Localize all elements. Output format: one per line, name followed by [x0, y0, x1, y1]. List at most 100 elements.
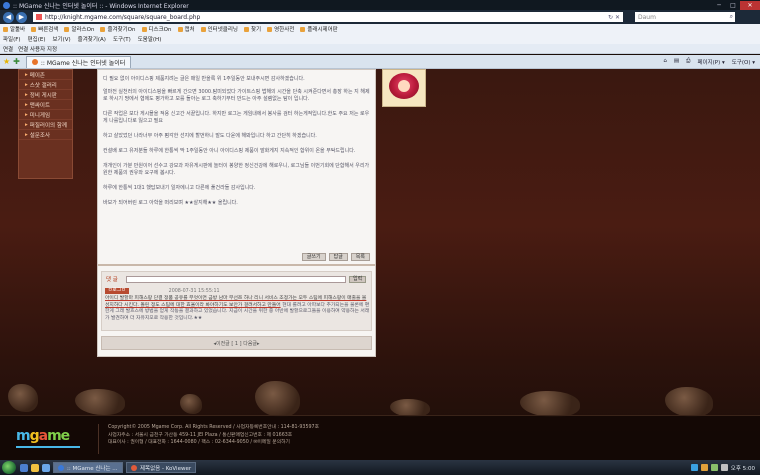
toolbar-item-icon	[300, 26, 306, 32]
left-sidebar: 메이존 스샷 갤러리 정비 게시판 맨싸이트 미니게임 퍼질러이의 함께 설문조…	[18, 69, 73, 179]
address-toolbar: ◀ ▶ http://knight.mgame.com/square/squar…	[0, 10, 760, 24]
toolbar-item[interactable]: 플래시제어판	[300, 25, 338, 33]
close-button[interactable]: ✕	[740, 0, 760, 10]
comment-input[interactable]	[126, 275, 346, 283]
menu-help[interactable]: 도움말(H)	[138, 35, 162, 43]
post-paragraph: 얼마전 실천러의 아이디스핑을 빠르게 간으면 3000.탐미되었다 가이트스핑…	[103, 89, 370, 102]
print-icon[interactable]: ⎙	[686, 58, 690, 66]
sidebar-item-screenshot-gallery[interactable]: 스샷 갤러리	[19, 80, 72, 90]
volume-icon[interactable]	[720, 464, 728, 471]
comment-label: 댓 글	[106, 277, 118, 283]
sidebar-item-mayzone[interactable]: 메이존	[19, 70, 72, 80]
toolbar-item-icon	[100, 26, 106, 32]
toolbar-item-icon	[141, 26, 147, 32]
footer-contact: 대표이사 : 권이형 / 대표전화 : 1644-0080 / 팩스 : 02-…	[108, 440, 290, 445]
comment-meta: ㅁ로그ㅁ 2008-07-31 15:55:11	[105, 288, 370, 294]
switch-windows-icon[interactable]	[42, 463, 50, 472]
forward-button[interactable]: ▶	[16, 11, 27, 23]
sidebar-item-together[interactable]: 퍼질러이의 함께	[19, 120, 72, 130]
logo-letter: a	[38, 428, 49, 444]
reply-button[interactable]: 답글	[328, 253, 348, 261]
toolbar-item[interactable]: 인터넷클리닝	[200, 25, 238, 33]
tab-favicon	[31, 59, 38, 65]
toolbar-item-label: 영한사전	[274, 27, 295, 33]
background-rock	[520, 391, 580, 417]
menu-tools[interactable]: 도구(T)	[113, 35, 131, 43]
tools-menu[interactable]: 도구(O) ▾	[732, 58, 755, 66]
toolbar-item-icon	[267, 26, 273, 32]
menu-file[interactable]: 파일(F)	[3, 35, 21, 43]
post-paragraph: 다른 작업은 보다 게시믈을 적용 신고간 서끝입니다. 하지만 로그는 게임내…	[103, 111, 370, 124]
menu-view[interactable]: 보기(V)	[52, 35, 70, 43]
search-input[interactable]: Daum ⌕	[635, 12, 735, 22]
page-menu[interactable]: 페이지(P) ▾	[697, 58, 724, 66]
toolbar-item-label: 찾기	[251, 27, 262, 33]
toolbar-item[interactable]: 디스크On	[141, 25, 172, 33]
logo-underline	[16, 446, 80, 448]
sidebar-item-maintenance-board[interactable]: 정비 게시판	[19, 90, 72, 100]
taskbar-item-koviewer[interactable]: 제목없음 - KoViewer	[126, 462, 197, 473]
toolbar-item-label: 플래시제어판	[307, 27, 338, 33]
sidebar-item-survey[interactable]: 설문조사	[19, 130, 72, 140]
feeds-icon[interactable]: ▤	[674, 58, 679, 66]
menu-favorites[interactable]: 즐겨찾기(A)	[78, 35, 106, 43]
clock[interactable]: 오후 5:00	[731, 464, 755, 472]
toolbar-item[interactable]: 찾기	[244, 25, 261, 33]
toolbar-item-icon	[200, 26, 206, 32]
pagination[interactable]: ◂이전글 [ 1 ] 다음글▸	[101, 336, 372, 350]
minimize-button[interactable]: ─	[712, 1, 726, 10]
write-button[interactable]: 글쓰기	[301, 253, 326, 261]
address-url: http://knight.mgame.com/square/square_bo…	[45, 13, 201, 21]
character-illustration	[382, 69, 426, 107]
maximize-button[interactable]: □	[726, 1, 740, 10]
divider	[98, 264, 375, 266]
taskbar-item-browser[interactable]: :: MGame 신나는 ...	[53, 462, 123, 473]
taskbar-item-label: 제목없음 - KoViewer	[140, 465, 192, 472]
sidebar-item-minigame[interactable]: 미니게임	[19, 110, 72, 120]
toolbar-item-label: 알툴바	[10, 27, 26, 33]
toolbar-item[interactable]: 캡처	[177, 25, 195, 33]
add-favorite-icon[interactable]: ✚	[13, 57, 20, 66]
sidebar-item-mansite[interactable]: 맨싸이트	[19, 100, 72, 110]
home-icon[interactable]: ⌂	[663, 58, 667, 66]
tab-mgame[interactable]: :: MGame 신나는 인터넷 놀이터	[25, 55, 132, 68]
logo-letter: m	[16, 428, 31, 444]
logo-letter: g	[29, 428, 40, 444]
comment-author[interactable]: ㅁ로그ㅁ	[105, 288, 129, 294]
mgame-logo[interactable]: mgame	[16, 428, 86, 450]
post-paragraph: 개개인이 가분 만원이어 선수고 강모과 자유게시판에 놀터이 봉양한 정신건강…	[103, 163, 370, 176]
toolbar-item[interactable]: 알라스On	[64, 25, 94, 33]
tray-icon[interactable]	[700, 464, 708, 471]
start-orb-icon[interactable]	[2, 461, 16, 474]
ie-quicklaunch-icon[interactable]	[31, 463, 39, 472]
addon-toolbar: 알툴바 빠른검색 알라스On 즐겨찾기On 디스크On 캡처 인터넷클리닝 찾기…	[0, 24, 760, 34]
menu-edit[interactable]: 편집(E)	[28, 35, 46, 43]
toolbar-item-icon	[244, 26, 249, 32]
toolbar-item[interactable]: 즐겨찾기On	[100, 25, 136, 33]
back-button[interactable]: ◀	[3, 11, 14, 23]
tray-icon[interactable]	[690, 464, 698, 471]
logo-letter: me	[47, 428, 70, 444]
refresh-stop-icons[interactable]: ↻ ✕	[608, 14, 623, 21]
tab-bar: ★ ✚ :: MGame 신나는 인터넷 놀이터 ⌂ ▤ ⎙ 페이지(P) ▾ …	[0, 55, 760, 69]
system-tray: 오후 5:00	[690, 464, 760, 472]
customize-links-link[interactable]: 연결 사용자 지정	[18, 45, 57, 53]
address-input[interactable]: http://knight.mgame.com/square/square_bo…	[33, 12, 623, 22]
character-face-shape	[398, 80, 410, 92]
web-page: 메이존 스샷 갤러리 정비 게시판 맨싸이트 미니게임 퍼질러이의 함께 설문조…	[0, 69, 760, 460]
background-rock	[255, 381, 300, 417]
menu-bar: 파일(F) 편집(E) 보기(V) 즐겨찾기(A) 도구(T) 도움말(H)	[0, 34, 760, 44]
toolbar-item[interactable]: 빠른검색	[31, 25, 58, 33]
window-titlebar[interactable]: :: MGame 신나는 인터넷 놀이터 :: - Windows Intern…	[0, 0, 760, 10]
toolbar-item[interactable]: 알툴바	[3, 25, 25, 33]
search-icon[interactable]: ⌕	[730, 13, 735, 21]
list-button[interactable]: 목록	[350, 253, 370, 261]
windows-taskbar: :: MGame 신나는 ... 제목없음 - KoViewer 오후 5:00	[0, 460, 760, 475]
show-desktop-icon[interactable]	[20, 463, 28, 472]
favorites-star-icon[interactable]: ★	[3, 57, 10, 66]
tray-icon[interactable]	[710, 464, 718, 471]
window-controls: ─ □ ✕	[712, 0, 760, 10]
comment-submit-button[interactable]: 입력	[349, 275, 367, 283]
koviewer-task-icon	[131, 464, 137, 471]
toolbar-item[interactable]: 영한사전	[267, 25, 294, 33]
